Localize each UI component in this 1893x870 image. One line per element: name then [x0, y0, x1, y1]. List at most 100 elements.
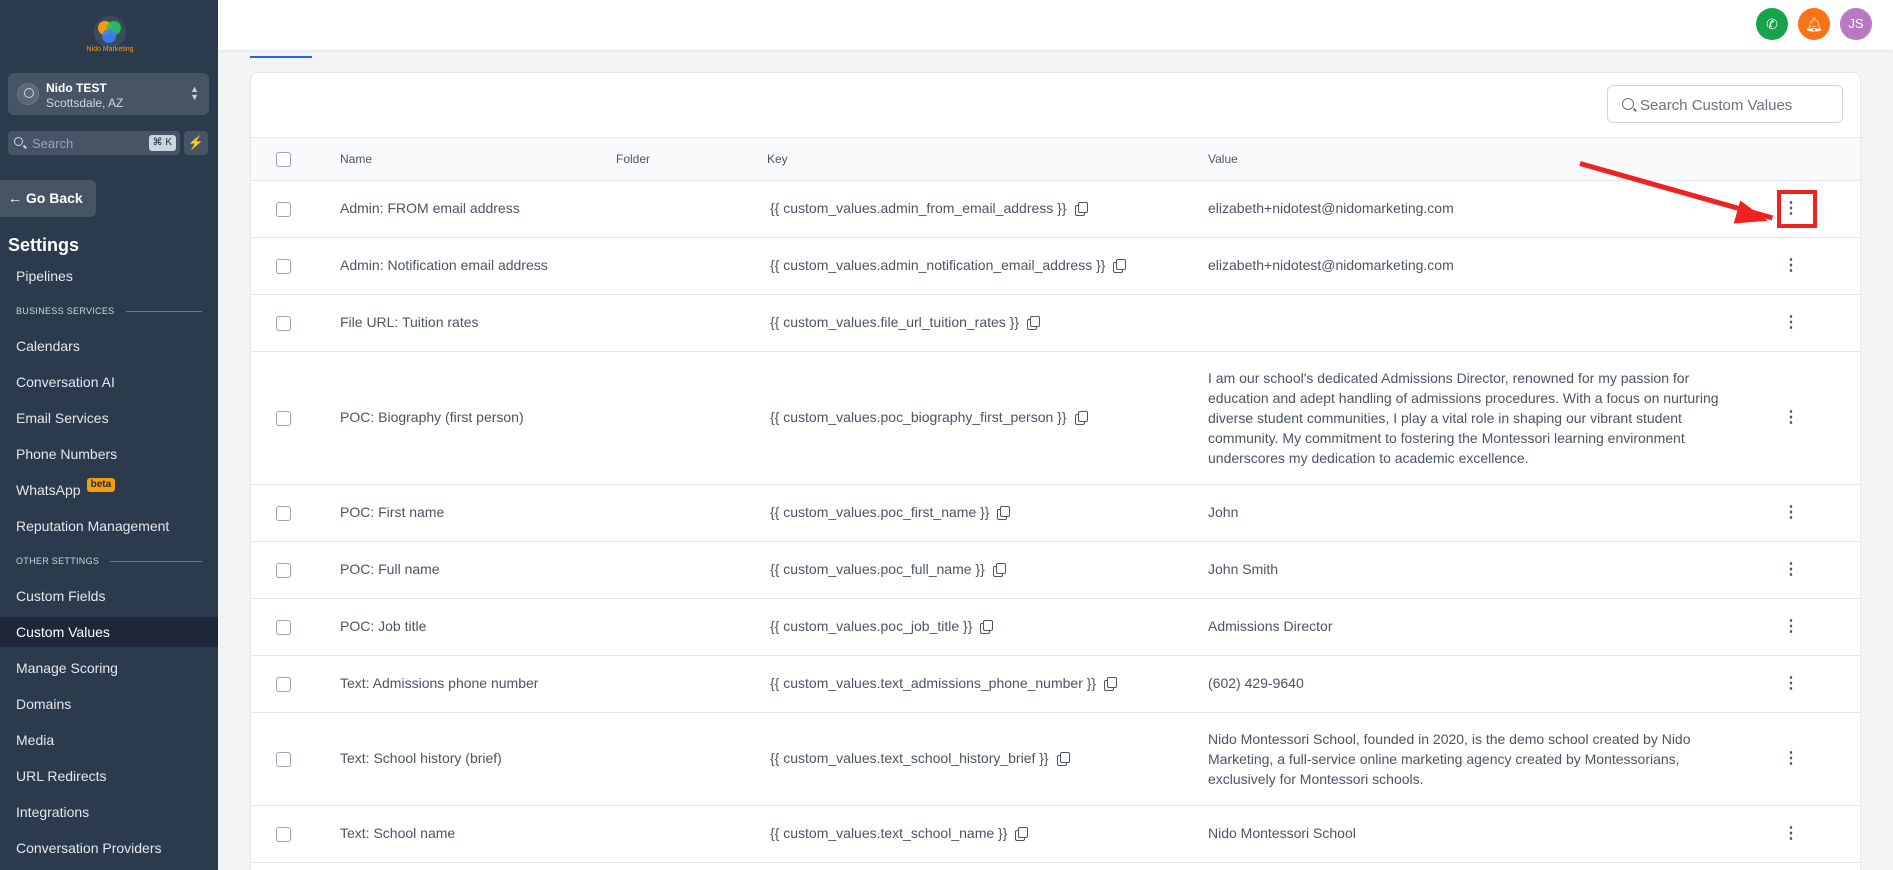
row-checkbox[interactable] — [276, 316, 291, 331]
sidebar-item-integrations[interactable]: Integrations — [0, 797, 218, 827]
custom-values-search[interactable] — [1607, 85, 1843, 123]
row-key: {{ custom_values.admin_from_email_addres… — [770, 200, 1088, 216]
table-row[interactable]: Text: Admissions phone number {{ custom_… — [251, 656, 1860, 713]
row-name: Text: Admissions phone number — [340, 675, 539, 691]
sidebar-item-media[interactable]: Media — [0, 725, 218, 755]
sidebar-item-whatsapp[interactable]: WhatsApp beta — [0, 475, 218, 505]
row-key-text: {{ custom_values.admin_from_email_addres… — [770, 200, 1067, 216]
row-key-text: {{ custom_values.poc_first_name }} — [770, 504, 990, 520]
sidebar-search[interactable]: Search ⌘ K — [8, 131, 180, 155]
row-more-icon[interactable]: ⋮ — [1781, 313, 1801, 333]
location-switcher[interactable]: Nido TEST Scottsdale, AZ ▲ ▼ — [8, 73, 209, 115]
column-header-key[interactable]: Key — [767, 152, 788, 166]
column-header-folder[interactable]: Folder — [616, 152, 650, 166]
beta-badge: beta — [86, 478, 116, 492]
column-header-name[interactable]: Name — [340, 152, 372, 166]
row-checkbox[interactable] — [276, 202, 291, 217]
sidebar-item-reputation-management[interactable]: Reputation Management — [0, 511, 218, 541]
table-row[interactable]: POC: Job title {{ custom_values.poc_job_… — [251, 599, 1860, 656]
column-header-value[interactable]: Value — [1208, 152, 1238, 166]
row-checkbox[interactable] — [276, 506, 291, 521]
copy-icon[interactable] — [1056, 752, 1070, 766]
row-key-text: {{ custom_values.poc_job_title }} — [770, 618, 973, 634]
sidebar-item-domains[interactable]: Domains — [0, 689, 218, 719]
sidebar-item-conversation-ai[interactable]: Conversation AI — [0, 367, 218, 397]
row-checkbox[interactable] — [276, 259, 291, 274]
table-row[interactable]: Admin: Notification email address {{ cus… — [251, 238, 1860, 295]
table-row[interactable]: POC: Biography (first person) {{ custom_… — [251, 352, 1860, 485]
quick-actions-bolt-icon[interactable]: ⚡ — [184, 131, 208, 155]
table-row[interactable]: POC: Full name {{ custom_values.poc_full… — [251, 542, 1860, 599]
search-icon — [14, 137, 23, 146]
custom-values-card: Name Folder Key Value Admin: FROM email … — [250, 72, 1861, 870]
row-more-icon[interactable]: ⋮ — [1781, 503, 1801, 523]
row-checkbox[interactable] — [276, 827, 291, 842]
copy-icon[interactable] — [1074, 202, 1088, 216]
select-all-checkbox[interactable] — [276, 152, 291, 167]
row-checkbox[interactable] — [276, 620, 291, 635]
row-more-icon[interactable]: ⋮ — [1781, 749, 1801, 769]
company-logo[interactable] — [94, 16, 126, 48]
copy-icon[interactable] — [1015, 827, 1029, 841]
copy-icon[interactable] — [992, 563, 1006, 577]
search-shortcut: ⌘ K — [148, 135, 176, 151]
table-row[interactable]: Text: School history (brief) {{ custom_v… — [251, 713, 1860, 806]
row-key: {{ custom_values.admin_notification_emai… — [770, 257, 1127, 273]
section-other-settings: OTHER SETTINGS — [16, 556, 100, 566]
table-row[interactable]: Text: School name {{ custom_values.text_… — [251, 806, 1860, 863]
sidebar-item-calendars[interactable]: Calendars — [0, 331, 218, 361]
copy-icon[interactable] — [1074, 411, 1088, 425]
sidebar-item-email-services[interactable]: Email Services — [0, 403, 218, 433]
sidebar: Nido Marketing Nido TEST Scottsdale, AZ … — [0, 0, 218, 870]
sidebar-item-custom-fields[interactable]: Custom Fields — [0, 581, 218, 611]
row-checkbox[interactable] — [276, 563, 291, 578]
sidebar-search-placeholder: Search — [32, 136, 74, 151]
row-name: POC: Job title — [340, 618, 427, 634]
row-key: {{ custom_values.text_admissions_phone_n… — [770, 675, 1118, 691]
go-back-button[interactable]: ← Go Back — [0, 180, 96, 217]
custom-values-search-input[interactable] — [1640, 94, 1836, 116]
copy-icon[interactable] — [1104, 677, 1118, 691]
annotation-highlight-box — [1777, 190, 1817, 228]
sidebar-item-manage-scoring[interactable]: Manage Scoring — [0, 653, 218, 683]
bell-icon[interactable]: 🔔︎ — [1798, 8, 1830, 40]
row-name: Text: School name — [340, 825, 456, 841]
row-value: elizabeth+nidotest@nidomarketing.com — [1208, 200, 1454, 216]
copy-icon[interactable] — [1027, 316, 1041, 330]
row-more-icon[interactable]: ⋮ — [1781, 256, 1801, 276]
go-back-label: Go Back — [25, 190, 83, 206]
row-checkbox[interactable] — [276, 411, 291, 426]
row-key: {{ custom_values.poc_biography_first_per… — [770, 409, 1088, 425]
row-checkbox[interactable] — [276, 677, 291, 692]
table-row[interactable]: Admin: FROM email address {{ custom_valu… — [251, 181, 1860, 238]
row-name: Admin: Notification email address — [340, 257, 548, 273]
sidebar-item-phone-numbers[interactable]: Phone Numbers — [0, 439, 218, 469]
row-more-icon[interactable]: ⋮ — [1781, 674, 1801, 694]
row-more-icon[interactable]: ⋮ — [1781, 824, 1801, 844]
sidebar-item-conversation-providers[interactable]: Conversation Providers — [0, 833, 218, 863]
copy-icon[interactable] — [980, 620, 994, 634]
row-key: {{ custom_values.poc_first_name }} — [770, 504, 1011, 520]
sidebar-item-whatsapp-label: WhatsApp — [16, 482, 81, 498]
row-name: Text: School history (brief) — [340, 750, 502, 766]
search-icon — [1622, 98, 1634, 110]
active-tab-indicator — [250, 56, 312, 58]
row-more-icon[interactable]: ⋮ — [1781, 560, 1801, 580]
table-row[interactable]: File URL: Tuition rates {{ custom_values… — [251, 295, 1860, 352]
copy-icon[interactable] — [997, 506, 1011, 520]
sidebar-item-pipelines[interactable]: Pipelines — [0, 261, 218, 291]
table-row[interactable]: POC: First name {{ custom_values.poc_fir… — [251, 485, 1860, 542]
row-more-icon[interactable]: ⋮ — [1781, 408, 1801, 428]
row-checkbox[interactable] — [276, 752, 291, 767]
avatar[interactable]: JS — [1840, 8, 1872, 40]
row-key-text: {{ custom_values.text_school_name }} — [770, 825, 1008, 841]
phone-icon[interactable]: ✆ — [1756, 8, 1788, 40]
sidebar-item-url-redirects[interactable]: URL Redirects — [0, 761, 218, 791]
row-value: Admissions Director — [1208, 618, 1333, 634]
row-key-text: {{ custom_values.text_admissions_phone_n… — [770, 675, 1097, 691]
row-key-text: {{ custom_values.text_school_history_bri… — [770, 750, 1049, 766]
row-more-icon[interactable]: ⋮ — [1781, 617, 1801, 637]
sidebar-item-custom-values[interactable]: Custom Values — [0, 617, 218, 647]
copy-icon[interactable] — [1113, 259, 1127, 273]
row-name: Admin: FROM email address — [340, 200, 520, 216]
